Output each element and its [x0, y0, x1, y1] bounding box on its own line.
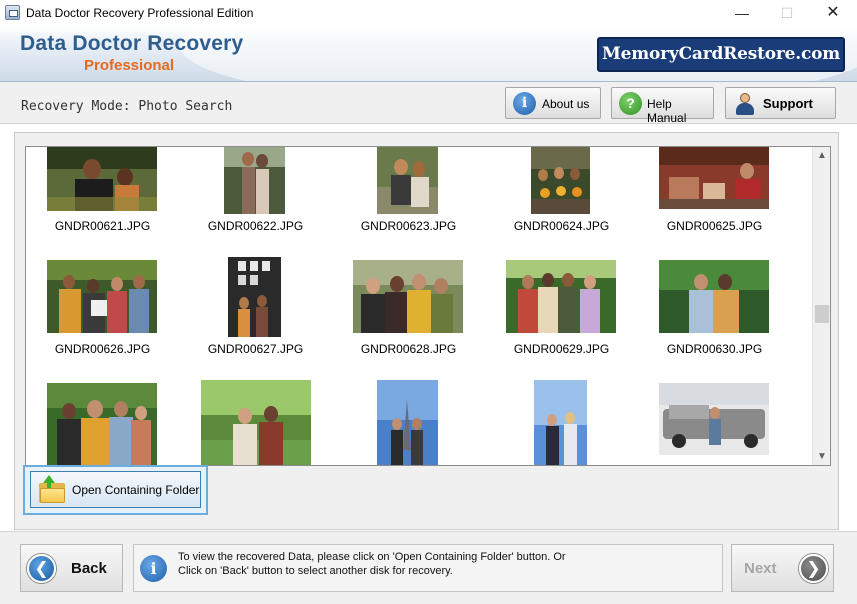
help-manual-button[interactable]: ? Help Manual	[611, 87, 714, 125]
photo-thumbnail[interactable]	[224, 147, 285, 214]
photo-thumbnail[interactable]	[47, 147, 157, 211]
minimize-button[interactable]: —	[719, 0, 765, 26]
about-us-button[interactable]: i About us	[505, 87, 601, 119]
photo-filename: GNDR00626.JPG	[54, 342, 151, 356]
photo-thumbnail[interactable]	[659, 383, 769, 455]
photo-thumbnail[interactable]	[228, 257, 281, 337]
photo-filename: GNDR00628.JPG	[360, 342, 457, 356]
back-arrow-icon: ❮	[27, 554, 56, 583]
header-banner: Data Doctor Recovery Professional Memory…	[0, 26, 857, 82]
recovery-mode-label: Recovery Mode: Photo Search	[21, 99, 233, 114]
maximize-button[interactable]: ☐	[764, 0, 810, 26]
info-message: To view the recovered Data, please click…	[178, 550, 718, 578]
photo-filename: GNDR00624.JPG	[513, 219, 610, 233]
scrollbar-thumb[interactable]	[815, 305, 829, 323]
photo-thumbnail[interactable]	[377, 380, 438, 465]
scroll-up-icon[interactable]: ▲	[813, 147, 831, 164]
scroll-down-icon[interactable]: ▼	[813, 448, 831, 465]
photo-thumbnail[interactable]	[377, 147, 438, 214]
photo-filename: GNDR00630.JPG	[666, 342, 763, 356]
info-icon: i	[140, 555, 167, 582]
photo-filename: GNDR00629.JPG	[513, 342, 610, 356]
info-icon: i	[513, 92, 536, 115]
open-folder-label: Open Containing Folder	[72, 483, 200, 497]
brand-edition: Professional	[84, 57, 175, 74]
brand-title: Data Doctor Recovery	[20, 32, 244, 55]
next-label: Next	[744, 560, 777, 577]
open-containing-folder-button[interactable]: Open Containing Folder	[30, 471, 201, 508]
photo-gallery: GNDR00621.JPG GNDR00622.JPG GNDR00623.JP…	[25, 146, 831, 466]
photo-filename: GNDR00623.JPG	[360, 219, 457, 233]
site-logo-badge[interactable]: MemoryCardRestore.com	[597, 37, 845, 72]
photo-thumbnail[interactable]	[201, 380, 311, 465]
help-manual-label: Help Manual	[647, 97, 687, 125]
about-us-label: About us	[542, 97, 590, 111]
photo-thumbnail[interactable]	[506, 260, 616, 333]
gallery-scrollbar[interactable]: ▲ ▼	[812, 147, 830, 465]
app-icon	[5, 5, 20, 20]
info-line-2: Click on 'Back' button to select another…	[178, 565, 453, 577]
back-label: Back	[71, 560, 107, 577]
mode-toolbar: Recovery Mode: Photo Search i About us ?…	[0, 82, 857, 125]
photo-thumbnail[interactable]	[47, 383, 157, 465]
open-folder-focus-ring: Open Containing Folder	[23, 465, 208, 515]
photo-thumbnail[interactable]	[353, 260, 463, 333]
back-button[interactable]: ❮ Back	[20, 544, 123, 592]
title-bar: Data Doctor Recovery Professional Editio…	[0, 0, 857, 26]
photo-filename: GNDR00622.JPG	[207, 219, 304, 233]
photo-filename: GNDR00627.JPG	[207, 342, 304, 356]
window-title: Data Doctor Recovery Professional Editio…	[26, 6, 254, 20]
folder-open-icon	[39, 475, 65, 503]
photo-filename: GNDR00625.JPG	[666, 219, 763, 233]
info-line-1: To view the recovered Data, please click…	[178, 551, 566, 563]
photo-thumbnail[interactable]	[659, 260, 769, 333]
close-button[interactable]: ✕	[810, 0, 856, 26]
photo-thumbnail[interactable]	[659, 147, 769, 209]
photo-thumbnail[interactable]	[531, 147, 590, 214]
photo-thumbnail[interactable]	[534, 380, 587, 465]
question-icon: ?	[619, 92, 642, 115]
info-panel: i To view the recovered Data, please cli…	[133, 544, 723, 592]
photo-filename: GNDR00621.JPG	[54, 219, 151, 233]
next-button[interactable]: Next ❯	[731, 544, 834, 592]
support-label: Support	[763, 96, 813, 111]
support-person-icon	[736, 93, 754, 115]
next-arrow-icon: ❯	[799, 554, 828, 583]
photo-thumbnail[interactable]	[47, 260, 157, 333]
support-button[interactable]: Support	[725, 87, 836, 119]
